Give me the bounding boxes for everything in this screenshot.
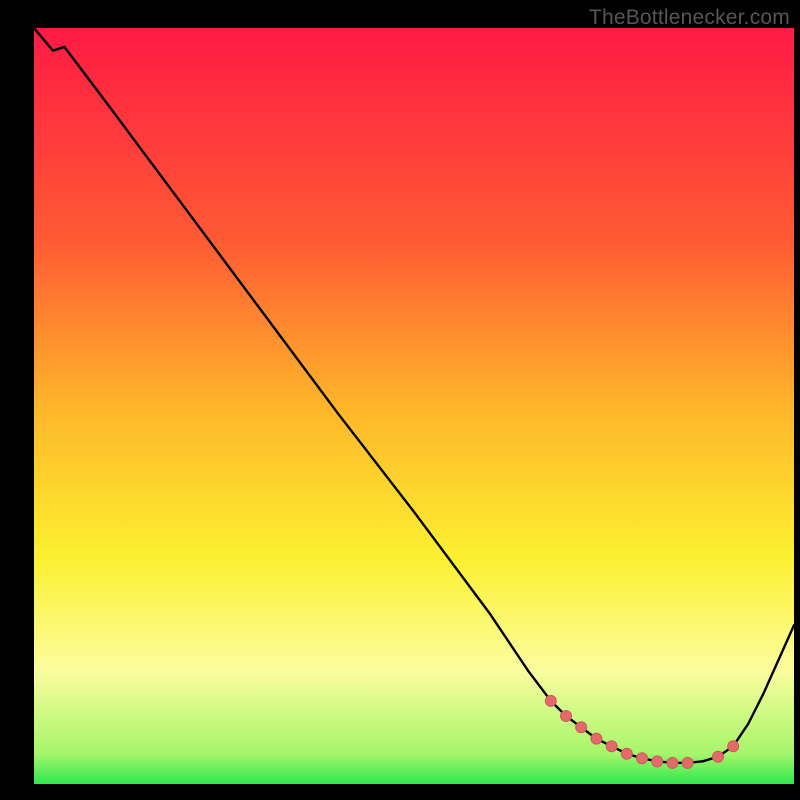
plot-area xyxy=(34,28,794,784)
watermark-text: TheBottlenecker.com xyxy=(589,6,790,30)
marker-dot xyxy=(621,748,632,759)
marker-dot xyxy=(652,756,663,767)
marker-dot xyxy=(561,710,572,721)
marker-dot xyxy=(576,722,587,733)
marker-dot xyxy=(606,741,617,752)
marker-dot xyxy=(713,751,724,762)
bottleneck-curve xyxy=(34,28,794,763)
marker-dot xyxy=(591,733,602,744)
chart-svg xyxy=(34,28,794,784)
marker-dot xyxy=(682,757,693,768)
marker-dot xyxy=(728,741,739,752)
marker-dot xyxy=(545,695,556,706)
marker-dots xyxy=(545,695,738,768)
marker-dot xyxy=(637,753,648,764)
chart-frame: TheBottlenecker.com xyxy=(34,6,794,784)
marker-dot xyxy=(667,757,678,768)
